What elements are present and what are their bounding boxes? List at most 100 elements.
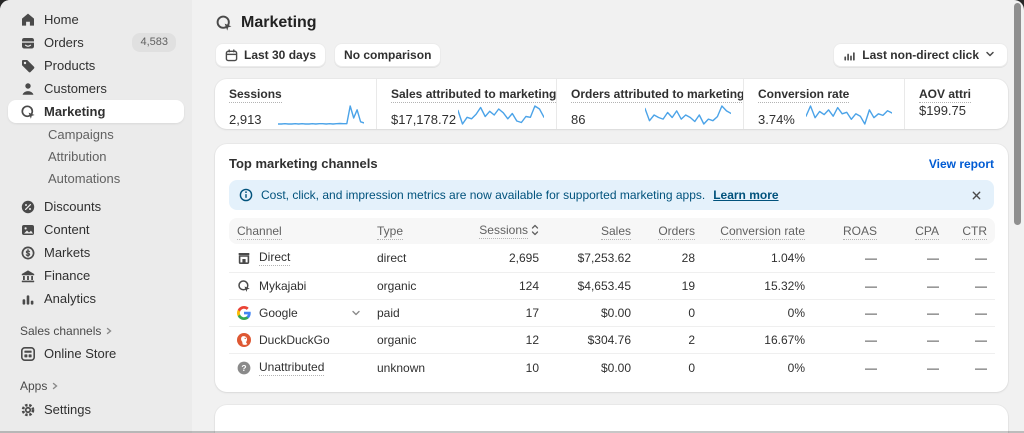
chevron-down-icon (985, 49, 998, 62)
column-header-roas[interactable]: ROAS (813, 218, 885, 244)
metric-orders-attributed[interactable]: Orders attributed to marketing 86 (557, 79, 744, 129)
sidebar-item-label: Settings (44, 402, 91, 417)
chevron-right-icon (105, 324, 113, 338)
sidebar-section-sales-channels[interactable]: Sales channels (8, 320, 184, 342)
sales-sparkline (458, 103, 544, 127)
card-title: Top marketing channels (229, 156, 378, 171)
top-marketing-channels-card: Top marketing channels View report Cost,… (215, 144, 1008, 392)
online-store-icon (20, 346, 36, 362)
sidebar-item-label: Home (44, 12, 79, 27)
date-range-button[interactable]: Last 30 days (215, 43, 327, 67)
channel-name: Mykajabi (259, 279, 307, 293)
sidebar-item-analytics[interactable]: Analytics (8, 287, 184, 310)
orders-icon (20, 35, 36, 51)
sidebar-item-finance[interactable]: Finance (8, 264, 184, 287)
sidebar-item-marketing[interactable]: Marketing (8, 100, 184, 123)
sidebar-item-label: Online Store (44, 346, 117, 361)
sidebar-item-label: Attribution (48, 148, 107, 164)
store-icon (237, 251, 251, 265)
channel-name: Unattributed (259, 360, 325, 376)
info-banner: Cost, click, and impression metrics are … (229, 180, 994, 210)
section-label: Apps (20, 379, 48, 393)
sidebar-item-label: Automations (48, 170, 121, 186)
sidebar-item-label: Marketing (44, 104, 106, 119)
table-row[interactable]: Direct direct 2,695 $7,253.62 28 1.04% —… (229, 244, 995, 273)
column-header-cpa[interactable]: CPA (885, 218, 947, 244)
banner-text: Cost, click, and impression metrics are … (261, 188, 706, 202)
view-report-link[interactable]: View report (929, 157, 994, 171)
settings-icon (20, 402, 36, 418)
sidebar-item-label: Content (44, 222, 90, 237)
channel-name: DuckDuckGo (259, 333, 330, 347)
metric-value: 3.74% (758, 112, 795, 127)
table-row[interactable]: Mykajabi organic 124 $4,653.45 19 15.32%… (229, 272, 995, 300)
sidebar-item-home[interactable]: Home (8, 8, 184, 31)
filters-toolbar: Last 30 days No comparison Last non-dire… (192, 43, 1024, 67)
table-row[interactable]: Google paid 17 $0.00 0 0% — — — (229, 299, 995, 327)
sidebar-item-label: Customers (44, 81, 107, 96)
info-icon (239, 188, 253, 202)
home-icon (20, 12, 36, 28)
sidebar-item-automations[interactable]: Automations (8, 167, 184, 189)
metric-conversion-rate[interactable]: Conversion rate 3.74% (744, 79, 905, 129)
column-header-type[interactable]: Type (369, 218, 467, 244)
close-icon[interactable] (969, 188, 984, 203)
app-window: Home Orders 4,583 Products Customers Mar… (0, 0, 1024, 433)
sort-icon[interactable] (531, 224, 539, 239)
sidebar-item-customers[interactable]: Customers (8, 77, 184, 100)
duckduckgo-icon (237, 333, 251, 347)
sidebar-section-apps[interactable]: Apps (8, 375, 184, 397)
metric-value: $17,178.72 (391, 112, 457, 127)
sessions-sparkline (278, 103, 364, 127)
next-section-card (215, 405, 1008, 433)
learn-more-link[interactable]: Learn more (713, 188, 778, 202)
marketing-icon (237, 279, 251, 293)
marketing-icon (215, 14, 233, 32)
google-icon (237, 306, 251, 320)
column-header-sessions[interactable]: Sessions (467, 218, 547, 244)
metric-aov-attributed[interactable]: AOV attri $199.75 (905, 79, 1008, 129)
chevron-down-icon[interactable] (351, 308, 361, 318)
sidebar-item-settings[interactable]: Settings (8, 398, 184, 421)
finance-icon (20, 268, 36, 284)
table-row[interactable]: ? Unattributed unknown 10 $0.00 0 0% — —… (229, 353, 995, 382)
sidebar-item-attribution[interactable]: Attribution (8, 145, 184, 167)
metric-value: 86 (571, 112, 586, 127)
channels-table: Channel Type Sessions Sales Orders Conve… (229, 218, 995, 382)
svg-text:?: ? (241, 363, 246, 373)
column-header-channel[interactable]: Channel (229, 218, 369, 244)
sidebar: Home Orders 4,583 Products Customers Mar… (0, 0, 192, 433)
customers-icon (20, 81, 36, 97)
page-header: Marketing (192, 0, 1024, 32)
orders-count-badge: 4,583 (132, 33, 176, 52)
sidebar-item-markets[interactable]: Markets (8, 241, 184, 264)
sidebar-item-content[interactable]: Content (8, 218, 184, 241)
chevron-right-icon (51, 379, 59, 393)
table-row[interactable]: DuckDuckGo organic 12 $304.76 2 16.67% —… (229, 326, 995, 354)
column-header-ctr[interactable]: CTR (947, 218, 995, 244)
calendar-icon (225, 48, 238, 62)
comparison-button[interactable]: No comparison (334, 43, 442, 67)
sidebar-item-online-store[interactable]: Online Store (8, 342, 184, 365)
sidebar-item-campaigns[interactable]: Campaigns (8, 123, 184, 145)
attribution-model-button[interactable]: Last non-direct click (833, 43, 1008, 67)
orders-sparkline (645, 103, 731, 127)
metric-sales-attributed[interactable]: Sales attributed to marketing $17,178.72 (377, 79, 557, 129)
page-title: Marketing (241, 14, 317, 31)
content-icon (20, 222, 36, 238)
metric-sessions[interactable]: Sessions 2,913 (215, 79, 377, 129)
conversion-sparkline (806, 103, 892, 127)
channel-name: Direct (259, 250, 291, 266)
sidebar-item-label: Products (44, 58, 96, 73)
column-header-orders[interactable]: Orders (639, 218, 703, 244)
products-icon (20, 58, 36, 74)
column-header-sales[interactable]: Sales (547, 218, 639, 244)
sidebar-item-discounts[interactable]: Discounts (8, 195, 184, 218)
metric-value: $199.75 (919, 103, 966, 118)
vertical-scrollbar[interactable] (1014, 3, 1021, 225)
sidebar-item-products[interactable]: Products (8, 54, 184, 77)
sidebar-item-label: Orders (44, 35, 84, 50)
markets-icon (20, 245, 36, 261)
sidebar-item-orders[interactable]: Orders 4,583 (8, 31, 184, 54)
column-header-conversion-rate[interactable]: Conversion rate (703, 218, 813, 244)
